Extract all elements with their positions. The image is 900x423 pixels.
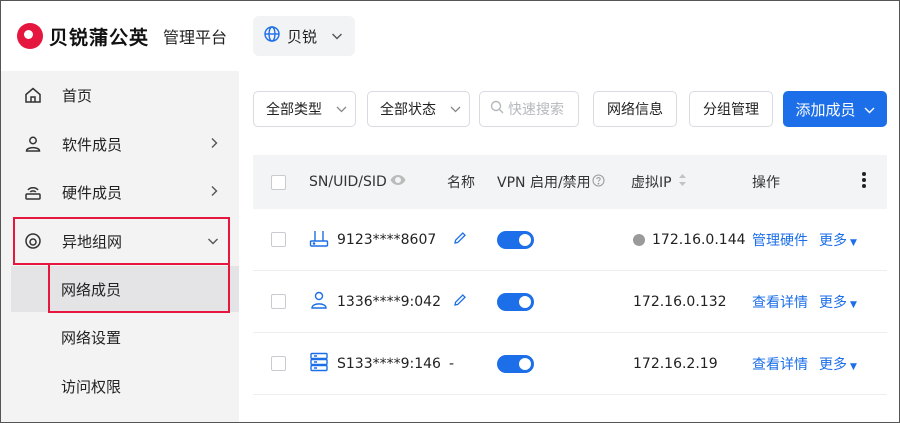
more-actions-dropdown[interactable]: 更多 ▼ (819, 354, 857, 374)
sidebar-item-software-members[interactable]: 软件成员 (1, 120, 239, 168)
chevron-down-icon (331, 27, 343, 45)
sidebar-subitem-access-permissions[interactable]: 访问权限 (11, 363, 239, 409)
server-icon (309, 352, 329, 376)
caret-down-icon: ▼ (850, 299, 857, 310)
org-selector[interactable]: 贝锐 (253, 16, 355, 56)
sort-icon[interactable] (678, 173, 687, 191)
status-filter-select[interactable]: 全部状态 (367, 91, 470, 127)
virtual-ip: 172.16.0.144 (652, 231, 746, 248)
view-details-link[interactable]: 查看详情 (752, 292, 808, 312)
user-icon (23, 134, 43, 154)
search-input[interactable]: 快速搜索 (479, 91, 579, 127)
add-member-label: 添加成员 (795, 100, 856, 119)
more-actions-dropdown[interactable]: 更多 ▼ (819, 292, 857, 312)
sidebar-subitem-network-settings[interactable]: 网络设置 (11, 314, 239, 360)
sidebar-subitem-label: 网络成员 (61, 280, 122, 299)
column-header-actions: 操作 (752, 175, 780, 191)
sidebar-subitem-network-members[interactable]: 网络成员 (11, 266, 239, 312)
table-row: 1336****9:042 172.16.0.132 查看详情 更多 ▼ (253, 271, 887, 333)
more-vertical-icon[interactable] (861, 171, 867, 193)
main-content: 全部类型 全部状态 快速搜索 网络信息 分组管理 添加成员 SN/UID/SID (239, 71, 899, 422)
row-checkbox[interactable] (271, 232, 286, 247)
chevron-down-icon (207, 232, 219, 250)
member-id: 1336****9:042 (337, 293, 441, 310)
brand-name: 贝锐蒲公英 (49, 26, 150, 49)
table-row: 9123****8607 172.16.0.144 管理硬件 更多 ▼ (253, 209, 887, 271)
sidebar-subitem-label: 访问权限 (61, 377, 122, 396)
sidebar-item-label: 异地组网 (62, 232, 123, 251)
row-checkbox[interactable] (271, 294, 286, 309)
org-selector-label: 贝锐 (287, 27, 318, 46)
router-signal-icon (23, 182, 43, 202)
brand-header: 贝锐蒲公英 管理平台 (1, 1, 239, 71)
sidebar-item-label: 首页 (62, 86, 93, 105)
table-header: SN/UID/SID 名称 VPN 启用/禁用 虚拟IP 操作 (253, 155, 887, 209)
network-info-button[interactable]: 网络信息 (593, 91, 677, 127)
column-header-vpn: VPN 启用/禁用 (497, 175, 591, 191)
table-row: S133****9:146 - 172.16.2.19 查看详情 更多 ▼ (253, 333, 887, 395)
add-member-button[interactable]: 添加成员 (783, 91, 887, 127)
virtual-ip: 172.16.0.132 (633, 293, 727, 310)
user-icon (309, 290, 329, 314)
sidebar: 贝锐蒲公英 管理平台 首页 软件成员 硬件成员 异地组网 网络成员 网络设置 访… (1, 1, 239, 422)
chevron-down-icon (450, 103, 461, 116)
column-header-ip: 虚拟IP (631, 175, 672, 191)
chevron-down-icon (336, 103, 347, 116)
manage-hardware-link[interactable]: 管理硬件 (752, 230, 808, 250)
type-filter-label: 全部类型 (266, 102, 322, 118)
group-manage-button[interactable]: 分组管理 (689, 91, 773, 127)
vpn-toggle[interactable] (497, 292, 534, 311)
chevron-right-icon (209, 183, 219, 201)
vpn-toggle[interactable] (497, 354, 534, 373)
more-label: 更多 (819, 356, 847, 373)
column-header-name: 名称 (447, 175, 475, 191)
more-actions-dropdown[interactable]: 更多 ▼ (819, 230, 857, 250)
member-name: - (449, 355, 455, 372)
search-placeholder: 快速搜索 (508, 102, 564, 118)
type-filter-select[interactable]: 全部类型 (253, 91, 356, 127)
sidebar-item-label: 软件成员 (62, 135, 123, 154)
search-icon (490, 100, 504, 118)
status-filter-label: 全部状态 (380, 102, 436, 118)
sidebar-subitem-label: 网络设置 (61, 328, 122, 347)
more-label: 更多 (819, 232, 847, 249)
globe-icon (263, 25, 281, 47)
more-label: 更多 (819, 294, 847, 311)
sidebar-item-home[interactable]: 首页 (1, 71, 239, 119)
virtual-ip: 172.16.2.19 (633, 355, 718, 372)
help-circle-icon[interactable] (592, 174, 605, 191)
vpn-toggle[interactable] (497, 230, 534, 249)
sidebar-item-label: 硬件成员 (62, 183, 123, 202)
network-swirl-icon (23, 231, 43, 251)
eye-icon[interactable] (390, 174, 406, 190)
chevron-right-icon (209, 135, 219, 153)
sidebar-item-remote-network[interactable]: 异地组网 (1, 217, 239, 265)
column-header-id: SN/UID/SID (309, 174, 387, 190)
sidebar-item-hardware-members[interactable]: 硬件成员 (1, 168, 239, 216)
chevron-down-icon (864, 100, 875, 118)
member-id: 9123****8607 (337, 231, 437, 248)
caret-down-icon: ▼ (850, 361, 857, 372)
pencil-icon[interactable] (453, 231, 467, 249)
pencil-icon[interactable] (453, 293, 467, 311)
row-checkbox[interactable] (271, 356, 286, 371)
select-all-checkbox[interactable] (271, 174, 286, 190)
offline-status-icon (633, 233, 645, 246)
member-id: S133****9:146 (337, 355, 441, 372)
top-bar: 贝锐 (239, 1, 899, 71)
brand-subtitle: 管理平台 (163, 28, 228, 47)
caret-down-icon: ▼ (850, 237, 857, 248)
brand-logo (17, 23, 43, 49)
home-icon (23, 85, 43, 105)
view-details-link[interactable]: 查看详情 (752, 354, 808, 374)
router-icon (309, 228, 329, 252)
